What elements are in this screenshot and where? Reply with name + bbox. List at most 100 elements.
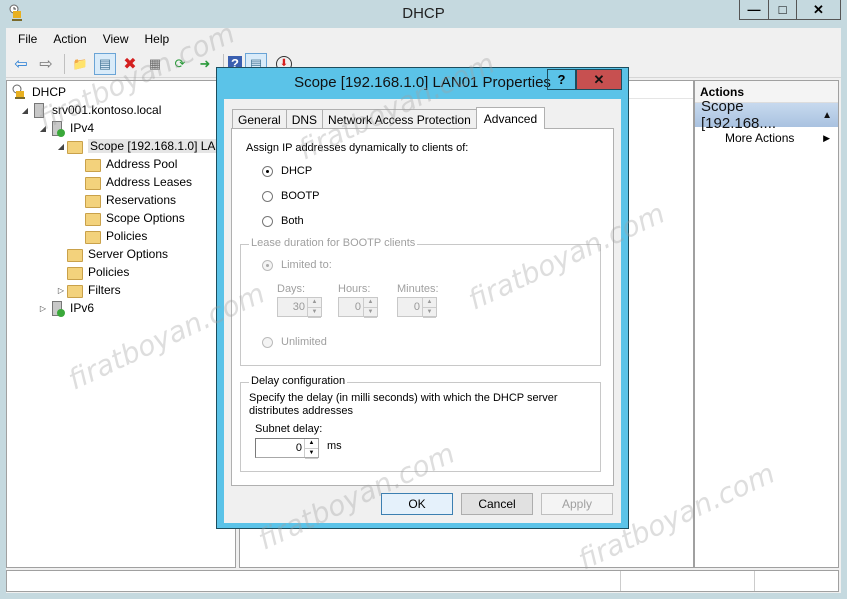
menu-view[interactable]: View (95, 32, 137, 46)
expand-icon[interactable]: ▷ (55, 286, 67, 295)
menu-help[interactable]: Help (137, 32, 178, 46)
ok-button[interactable]: OK (381, 493, 453, 515)
subnet-delay-label: Subnet delay: (255, 423, 323, 435)
radio-bootp-dot[interactable] (262, 190, 273, 202)
minimize-button[interactable]: — (740, 0, 768, 19)
tree-item-scope-options[interactable]: Scope Options (85, 209, 185, 227)
policies-icon (85, 230, 101, 244)
refresh-icon[interactable]: ⟳ (169, 53, 191, 75)
tab-advanced[interactable]: Advanced (475, 107, 546, 129)
tree-item-scope-policies[interactable]: Policies (85, 227, 147, 245)
dialog-close-button[interactable]: ✕ (576, 69, 622, 90)
days-label: Days: (277, 283, 306, 295)
policies-icon (67, 266, 83, 280)
ipv4-server-icon (52, 120, 65, 137)
radio-unlimited[interactable]: Unlimited (262, 336, 327, 348)
radio-dhcp[interactable]: DHCP (262, 165, 312, 177)
tree-item-ipv6[interactable]: ▷ IPv6 (37, 299, 94, 317)
menu-bar: File Action View Help (6, 28, 177, 50)
export-list-icon[interactable]: ➜ (194, 53, 216, 75)
tree-item-scope[interactable]: ◢ Scope [192.168.1.0] LAN01 (55, 137, 235, 155)
tree-item-server[interactable]: ◢ srv001.kontoso.local (19, 101, 161, 119)
delete-icon[interactable]: ✖ (119, 53, 141, 75)
minutes-label: Minutes: (397, 283, 439, 295)
forward-icon[interactable]: ⇨ (35, 53, 57, 75)
spin-up-icon[interactable]: ▲ (308, 298, 321, 308)
tree-item-reservations[interactable]: Reservations (85, 191, 176, 209)
cancel-button[interactable]: Cancel (461, 493, 533, 515)
hours-spinner[interactable]: 0 ▲ ▼ (338, 297, 378, 318)
spin-up-icon[interactable]: ▲ (305, 439, 318, 449)
spin-down-icon[interactable]: ▼ (308, 308, 321, 318)
minutes-spinner[interactable]: 0 ▲ ▼ (397, 297, 437, 318)
tree-item-policies[interactable]: Policies (67, 263, 129, 281)
actions-scope-header[interactable]: Scope [192.168.... ▲ (695, 98, 838, 132)
tab-dns[interactable]: DNS (285, 109, 324, 129)
radio-limited-dot[interactable] (262, 259, 273, 271)
dialog-body: General DNS Network Access Protection Ad… (224, 99, 621, 523)
status-cell-main (7, 571, 621, 591)
scope-folder-icon (67, 140, 83, 154)
spin-up-icon[interactable]: ▲ (423, 298, 436, 308)
status-cell-3 (755, 571, 838, 591)
server-icon (34, 102, 44, 118)
actions-scope-label: Scope [192.168.... (701, 98, 777, 132)
server-options-icon (67, 248, 83, 262)
collapse-icon[interactable]: ◢ (37, 124, 49, 133)
collapse-up-icon[interactable]: ▲ (822, 110, 832, 121)
reservations-icon (85, 194, 101, 208)
days-spinner[interactable]: 30 ▲ ▼ (277, 297, 322, 318)
assign-label: Assign IP addresses dynamically to clien… (246, 142, 469, 154)
tree-item-address-leases[interactable]: Address Leases (85, 173, 192, 191)
tree-item-server-options[interactable]: Server Options (67, 245, 168, 263)
address-leases-icon (85, 176, 101, 190)
lease-duration-group: Lease duration for BOOTP clients Limited… (240, 237, 601, 366)
tree-item-dhcp[interactable]: DHCP (11, 83, 66, 101)
window-title: DHCP (402, 5, 445, 22)
tab-network-access-protection[interactable]: Network Access Protection (322, 109, 477, 129)
tree-item-filters[interactable]: ▷ Filters (55, 281, 121, 299)
radio-unlimited-dot[interactable] (262, 336, 273, 348)
radio-both-dot[interactable] (262, 215, 273, 227)
ms-unit-label: ms (327, 440, 342, 452)
spin-up-icon[interactable]: ▲ (364, 298, 377, 308)
apply-button[interactable]: Apply (541, 493, 613, 515)
menu-action[interactable]: Action (45, 32, 94, 46)
submenu-arrow-icon: ▶ (823, 132, 830, 143)
menu-file[interactable]: File (10, 32, 45, 46)
spin-down-icon[interactable]: ▼ (305, 449, 318, 459)
window-titlebar: DHCP — □ ✕ (0, 0, 847, 28)
delay-description: Specify the delay (in milli seconds) wit… (249, 392, 558, 417)
scope-properties-dialog: Scope [192.168.1.0] LAN01 Properties ? ✕… (216, 67, 629, 529)
expand-icon[interactable]: ▷ (37, 304, 49, 313)
delay-configuration-group: Delay configuration Specify the delay (i… (240, 375, 601, 472)
tab-strip: General DNS Network Access Protection Ad… (232, 107, 546, 129)
close-button[interactable]: ✕ (796, 0, 840, 19)
spin-down-icon[interactable]: ▼ (364, 308, 377, 318)
properties-icon[interactable]: ▦ (144, 53, 166, 75)
hours-label: Hours: (338, 283, 371, 295)
tree-item-ipv4[interactable]: ◢ IPv4 (37, 119, 94, 137)
status-cell-2 (621, 571, 755, 591)
dhcp-icon (11, 84, 27, 100)
radio-limited[interactable]: Limited to: (262, 259, 332, 271)
scope-options-icon (85, 212, 101, 226)
collapse-icon[interactable]: ◢ (19, 106, 31, 115)
show-hide-console-tree-icon[interactable]: ▤ (94, 52, 116, 75)
dialog-help-button[interactable]: ? (547, 69, 576, 90)
tab-general[interactable]: General (232, 109, 287, 129)
collapse-icon[interactable]: ◢ (55, 142, 67, 151)
radio-dhcp-dot[interactable] (262, 165, 273, 177)
radio-both[interactable]: Both (262, 215, 304, 227)
ipv6-server-icon (52, 300, 65, 317)
tree-item-address-pool[interactable]: Address Pool (85, 155, 177, 173)
radio-bootp[interactable]: BOOTP (262, 190, 320, 202)
subnet-delay-spinner[interactable]: 0 ▲ ▼ (255, 438, 319, 459)
status-bar (6, 570, 839, 592)
spin-down-icon[interactable]: ▼ (423, 308, 436, 318)
maximize-button[interactable]: □ (768, 0, 796, 19)
filters-icon (67, 284, 83, 298)
up-folder-icon[interactable]: 📁 (69, 53, 91, 75)
back-icon[interactable]: ⇦ (10, 53, 32, 75)
delay-configuration-legend: Delay configuration (249, 375, 348, 387)
